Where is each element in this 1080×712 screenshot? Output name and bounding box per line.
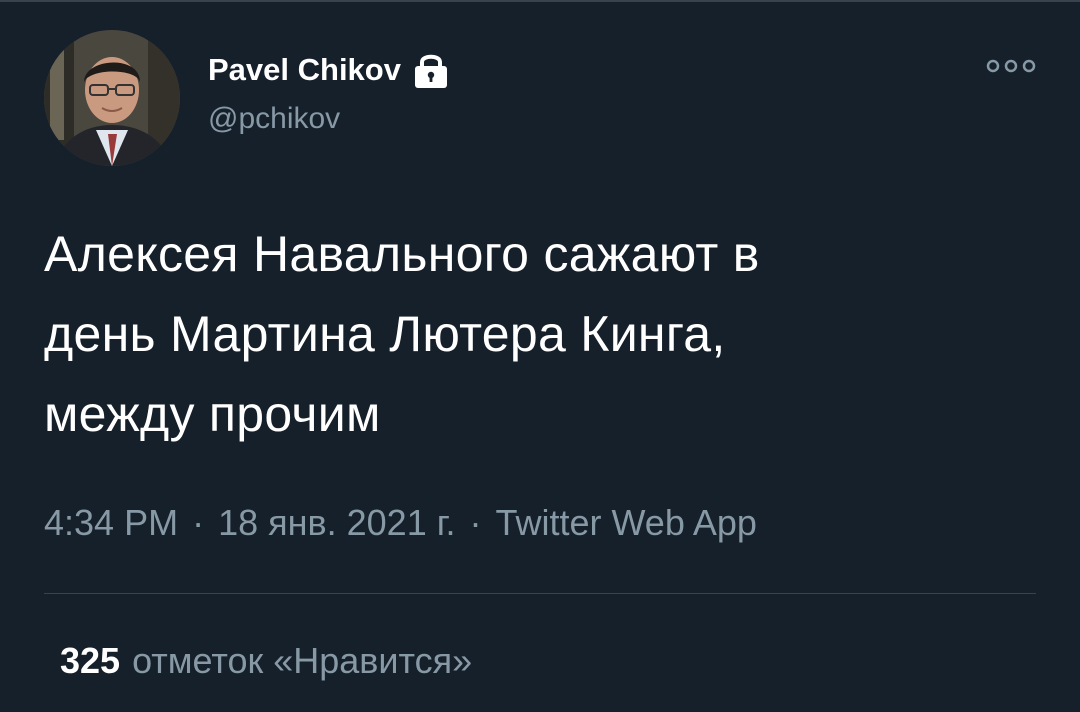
likes-count: 325 bbox=[60, 640, 121, 681]
likes-stat[interactable]: 325 отметок «Нравится» bbox=[60, 640, 472, 682]
more-options-icon[interactable] bbox=[986, 54, 1036, 78]
divider bbox=[44, 593, 1036, 594]
lock-icon bbox=[409, 50, 453, 90]
tweet-date[interactable]: 18 янв. 2021 г. bbox=[218, 502, 455, 544]
tweet-card: Pavel Chikov @pchikov Алексея Навального… bbox=[0, 0, 1080, 712]
tweet-time[interactable]: 4:34 PM bbox=[44, 502, 178, 544]
username[interactable]: @pchikov bbox=[208, 102, 340, 136]
avatar-photo bbox=[44, 30, 180, 166]
author-name-row: Pavel Chikov bbox=[208, 50, 453, 90]
tweet-text: Алексея Навального сажают в день Мартина… bbox=[44, 214, 1034, 454]
likes-label: отметок «Нравится» bbox=[132, 640, 473, 681]
tweet-metadata: 4:34 PM · 18 янв. 2021 г. · Twitter Web … bbox=[44, 502, 757, 544]
separator: · bbox=[192, 502, 205, 543]
separator: · bbox=[469, 502, 482, 543]
tweet-text-line: Алексея Навального сажают в bbox=[44, 226, 760, 282]
tweet-text-line: между прочим bbox=[44, 386, 381, 442]
tweet-text-line: день Мартина Лютера Кинга, bbox=[44, 306, 726, 362]
avatar[interactable] bbox=[44, 30, 180, 166]
tweet-source-link[interactable]: Twitter Web App bbox=[495, 502, 756, 544]
display-name[interactable]: Pavel Chikov bbox=[208, 52, 401, 88]
